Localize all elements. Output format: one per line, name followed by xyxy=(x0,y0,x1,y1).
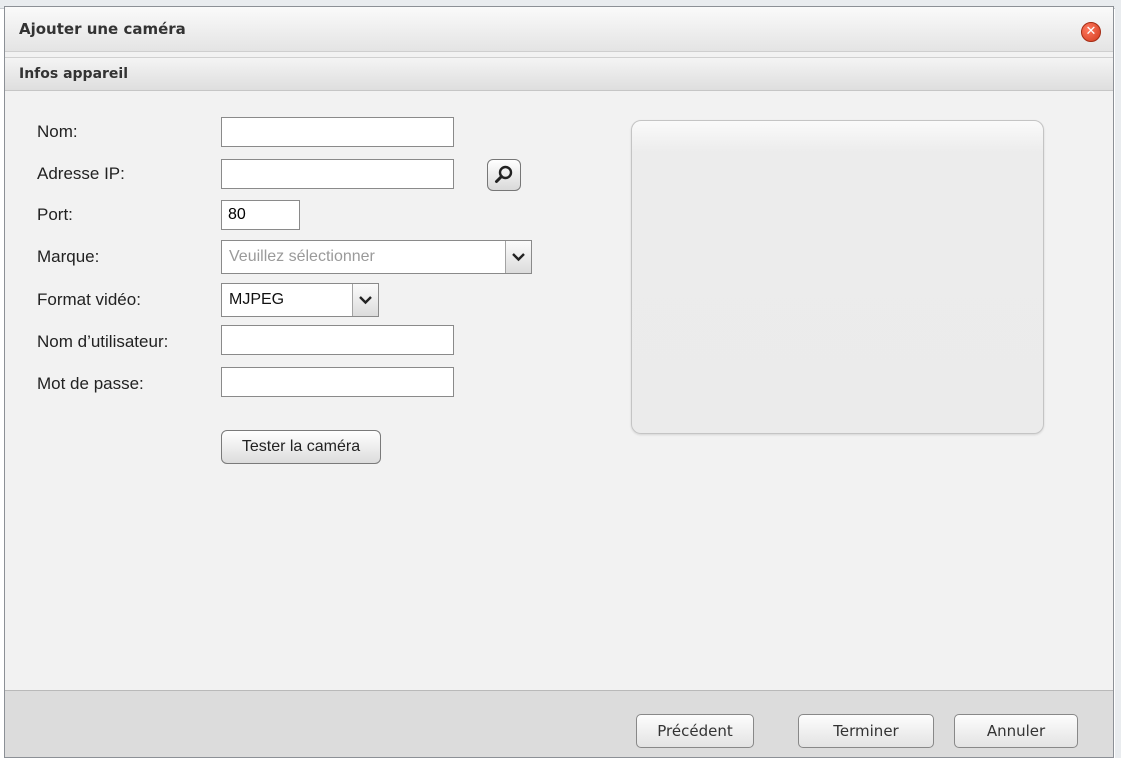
close-icon: ✕ xyxy=(1085,24,1097,39)
name-label: Nom: xyxy=(37,122,78,141)
search-icon xyxy=(495,165,513,183)
section-header: Infos appareil xyxy=(5,57,1113,91)
ip-address-label: Adresse IP: xyxy=(37,164,125,183)
search-ip-button[interactable] xyxy=(487,159,521,191)
finish-button[interactable]: Terminer xyxy=(798,714,934,748)
chevron-down-icon xyxy=(359,296,372,305)
ip-address-input[interactable] xyxy=(221,159,454,189)
video-format-select[interactable]: MJPEG xyxy=(221,283,379,317)
close-button[interactable]: ✕ xyxy=(1081,22,1101,42)
password-label: Mot de passe: xyxy=(37,374,144,393)
dialog-footer: Précédent Terminer Annuler xyxy=(5,690,1113,757)
camera-preview-panel xyxy=(631,120,1044,434)
brand-dropdown-button[interactable] xyxy=(505,241,531,273)
password-input[interactable] xyxy=(221,367,454,397)
cancel-button[interactable]: Annuler xyxy=(954,714,1078,748)
port-input[interactable] xyxy=(221,200,300,230)
background-scrollbar xyxy=(1115,8,1121,758)
dialog-title: Ajouter une caméra xyxy=(19,20,186,38)
video-format-label: Format vidéo: xyxy=(37,290,141,309)
username-label: Nom d’utilisateur: xyxy=(37,332,169,351)
section-title: Infos appareil xyxy=(19,66,129,82)
brand-select-placeholder: Veuillez sélectionner xyxy=(229,248,375,265)
brand-select[interactable]: Veuillez sélectionner xyxy=(221,240,532,274)
username-input[interactable] xyxy=(221,325,454,355)
port-label: Port: xyxy=(37,205,73,224)
dialog-titlebar: Ajouter une caméra ✕ xyxy=(5,7,1113,52)
previous-button[interactable]: Précédent xyxy=(636,714,754,748)
test-camera-button[interactable]: Tester la caméra xyxy=(221,430,381,464)
name-input[interactable] xyxy=(221,117,454,147)
brand-label: Marque: xyxy=(37,247,100,266)
add-camera-dialog: Ajouter une caméra ✕ Infos appareil Nom:… xyxy=(4,6,1114,758)
video-format-value: MJPEG xyxy=(229,291,285,308)
video-format-dropdown-button[interactable] xyxy=(352,284,378,316)
chevron-down-icon xyxy=(512,253,525,262)
